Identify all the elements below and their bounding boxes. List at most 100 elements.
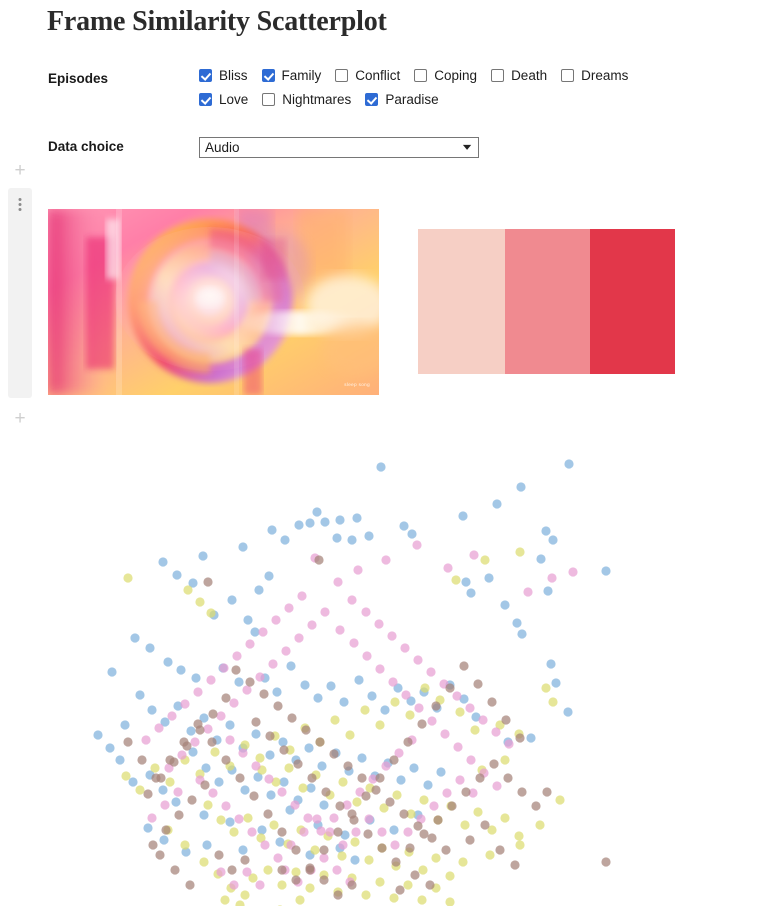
scatter-point[interactable] [548, 697, 558, 707]
data-choice-select[interactable]: Audio ▾ [199, 137, 479, 158]
side-toolbar-panel[interactable] [8, 188, 32, 398]
scatter-point[interactable] [221, 801, 231, 811]
scatter-point[interactable] [216, 815, 226, 825]
scatter-point[interactable] [240, 740, 250, 750]
scatter-point[interactable] [390, 697, 400, 707]
scatter-point[interactable] [273, 701, 283, 711]
scatter-point[interactable] [458, 857, 468, 867]
scatter-point[interactable] [314, 555, 324, 565]
scatter-point[interactable] [361, 890, 371, 900]
scatter-point[interactable] [452, 691, 462, 701]
scatter-point[interactable] [284, 763, 294, 773]
scatter-point[interactable] [199, 810, 209, 820]
scatter-point[interactable] [235, 773, 245, 783]
scatter-point[interactable] [206, 675, 216, 685]
scatter-point[interactable] [135, 690, 145, 700]
vertical-dots-handle-icon[interactable] [18, 198, 22, 211]
scatter-point[interactable] [367, 691, 377, 701]
scatter-point[interactable] [455, 775, 465, 785]
scatter-point[interactable] [389, 893, 399, 903]
scatter-point[interactable] [388, 677, 398, 687]
scatter-point[interactable] [333, 827, 343, 837]
scatter-point[interactable] [300, 680, 310, 690]
scatter-point[interactable] [469, 550, 479, 560]
scatter-point[interactable] [221, 693, 231, 703]
scatter-point[interactable] [399, 521, 409, 531]
add-widget-top-button[interactable]: + [12, 161, 28, 180]
scatter-point[interactable] [440, 729, 450, 739]
scatter-point[interactable] [229, 880, 239, 890]
episode-checkbox-bliss[interactable]: Bliss [199, 69, 248, 83]
scatter-point[interactable] [389, 825, 399, 835]
scatter-point[interactable] [297, 591, 307, 601]
scatter-point[interactable] [216, 867, 226, 877]
scatter-point[interactable] [333, 890, 343, 900]
scatter-point[interactable] [277, 865, 287, 875]
scatter-point[interactable] [185, 880, 195, 890]
scatter-point[interactable] [417, 895, 427, 905]
scatter-point[interactable] [251, 729, 261, 739]
scatter-point[interactable] [305, 865, 315, 875]
scatter-point[interactable] [225, 720, 235, 730]
scatterplot-canvas[interactable] [0, 430, 757, 906]
scatter-point[interactable] [225, 817, 235, 827]
scatter-point[interactable] [407, 529, 417, 539]
scatter-point[interactable] [375, 877, 385, 887]
scatter-point[interactable] [265, 750, 275, 760]
episode-checkbox-paradise[interactable]: Paradise [365, 93, 439, 107]
scatter-point[interactable] [536, 554, 546, 564]
scatter-point[interactable] [148, 840, 158, 850]
scatter-point[interactable] [121, 771, 131, 781]
scatter-point[interactable] [563, 707, 573, 717]
scatter-point[interactable] [392, 790, 402, 800]
scatter-point[interactable] [193, 687, 203, 697]
scatter-point[interactable] [143, 789, 153, 799]
scatter-point[interactable] [227, 595, 237, 605]
scatter-point[interactable] [277, 880, 287, 890]
scatter-point[interactable] [238, 748, 248, 758]
scatter-point[interactable] [526, 733, 536, 743]
scatter-point[interactable] [409, 763, 419, 773]
scatter-point[interactable] [216, 711, 226, 721]
scatter-point[interactable] [214, 777, 224, 787]
scatter-point[interactable] [280, 535, 290, 545]
scatter-point[interactable] [235, 900, 245, 906]
scatter-point[interactable] [315, 737, 325, 747]
checkbox-checked-icon[interactable] [261, 69, 275, 82]
scatter-point[interactable] [313, 693, 323, 703]
scatter-point[interactable] [419, 829, 429, 839]
scatter-point[interactable] [480, 555, 490, 565]
scatter-point[interactable] [245, 677, 255, 687]
scatter-point[interactable] [305, 883, 315, 893]
scatter-point[interactable] [167, 711, 177, 721]
scatter-point[interactable] [147, 705, 157, 715]
scatter-point[interactable] [130, 633, 140, 643]
scatter-point[interactable] [183, 585, 193, 595]
scatter-point[interactable] [375, 720, 385, 730]
scatter-point[interactable] [198, 551, 208, 561]
scatter-point[interactable] [361, 607, 371, 617]
scatter-point[interactable] [232, 651, 242, 661]
scatter-point[interactable] [329, 749, 339, 759]
scatter-point[interactable] [376, 462, 386, 472]
scatter-point[interactable] [419, 795, 429, 805]
scatter-point[interactable] [240, 890, 250, 900]
checkbox-empty-icon[interactable] [335, 69, 349, 82]
scatter-point[interactable] [433, 815, 443, 825]
scatter-point[interactable] [485, 850, 495, 860]
checkbox-empty-icon[interactable] [561, 69, 575, 82]
scatter-point[interactable] [427, 833, 437, 843]
scatter-point[interactable] [461, 577, 471, 587]
scatter-point[interactable] [325, 827, 335, 837]
scatter-point[interactable] [143, 823, 153, 833]
scatter-point[interactable] [431, 701, 441, 711]
scatter-point[interactable] [405, 710, 415, 720]
scatter-point[interactable] [349, 815, 359, 825]
scatter-point[interactable] [535, 820, 545, 830]
scatter-point[interactable] [301, 725, 311, 735]
scatter-point[interactable] [420, 683, 430, 693]
scatter-point[interactable] [260, 840, 270, 850]
scatter-point[interactable] [357, 773, 367, 783]
episode-checkbox-love[interactable]: Love [199, 93, 248, 107]
scatter-point[interactable] [391, 857, 401, 867]
